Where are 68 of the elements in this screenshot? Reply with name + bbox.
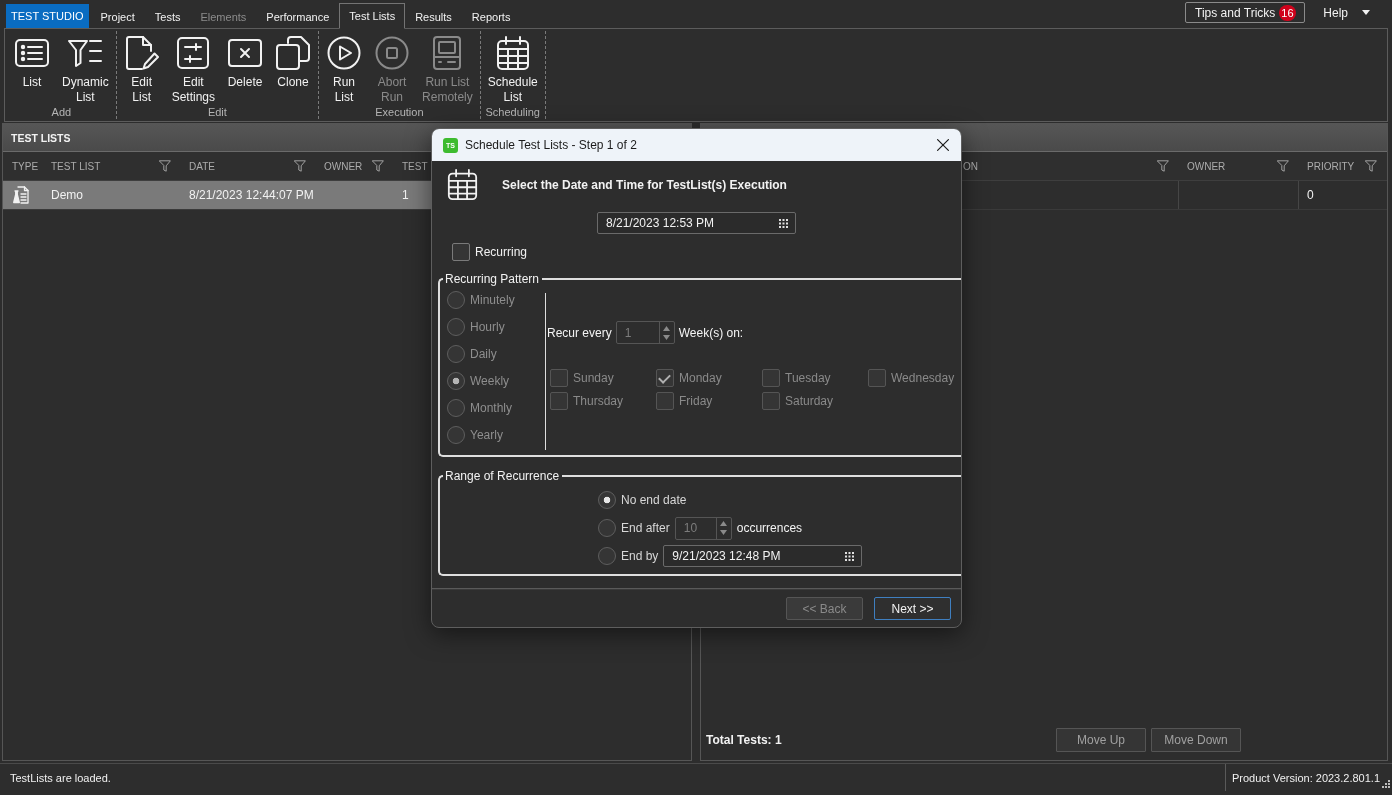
dynamic-list-button[interactable]: Dynamic List — [56, 31, 115, 105]
list-button[interactable]: List — [8, 31, 56, 105]
radio-option[interactable]: No end date — [598, 486, 687, 514]
menu-tab[interactable]: Reports — [461, 5, 521, 29]
menu-tab[interactable]: Performance — [256, 5, 340, 29]
menu-tab[interactable]: Tests — [144, 5, 191, 29]
end-date-field[interactable]: 9/21/2023 12:48 PM — [663, 545, 863, 567]
group-legend: Range of Recurrence — [443, 469, 563, 483]
menu-tab[interactable]: Results — [405, 5, 462, 29]
date-time-field[interactable]: 8/21/2023 12:53 PM — [597, 212, 796, 234]
run-list-button[interactable]: Run List — [320, 31, 369, 105]
stop-circle-icon — [375, 36, 410, 70]
calendar-icon — [495, 36, 530, 70]
dot-grid-icon — [779, 218, 788, 228]
group-label: Scheduling — [485, 105, 540, 120]
close-icon — [937, 139, 949, 151]
next-button[interactable]: Next >> — [874, 597, 951, 620]
dot-grid-icon — [845, 551, 855, 561]
radio-option[interactable]: End after — [598, 514, 670, 542]
up-down-arrows-icon — [663, 325, 671, 340]
menu-tab[interactable]: Project — [90, 5, 145, 29]
group-label: Add — [51, 105, 72, 120]
sliders-icon — [176, 36, 211, 70]
status-message: TestLists are loaded. — [9, 771, 111, 784]
field-label: occurrences — [736, 521, 803, 535]
recurring-checkbox[interactable]: Recurring — [452, 243, 528, 261]
x-box-icon — [228, 36, 263, 70]
app-menu-button[interactable]: TEST STUDIO — [6, 4, 89, 28]
column-header[interactable]: DATE — [189, 160, 215, 172]
column-header[interactable]: PRIORITY — [1307, 160, 1355, 172]
group-label: Edit — [207, 105, 227, 120]
version-label: Product Version: 2023.2.801.1 — [1232, 771, 1380, 784]
copy-icon — [276, 36, 311, 70]
document-icon — [13, 186, 29, 204]
table-cell: 0 — [1307, 188, 1314, 202]
group-legend: Recurring Pattern — [443, 272, 543, 286]
group-label: Execution — [375, 105, 424, 120]
column-header[interactable]: OWNER — [1187, 160, 1226, 172]
total-label: Total Tests: 1 — [706, 732, 782, 747]
up-down-arrows-icon — [720, 521, 728, 535]
clone-button[interactable]: Clone — [269, 31, 318, 105]
caret-icon — [1362, 10, 1370, 15]
column-header[interactable]: OWNER — [324, 160, 363, 172]
schedule-list-button[interactable]: Schedule List — [481, 31, 544, 105]
menu-tab[interactable]: Test Lists — [339, 3, 406, 29]
help-menu[interactable]: Help — [1323, 5, 1370, 20]
edit-list-button[interactable]: Edit List — [117, 31, 166, 105]
column-header[interactable]: TEST LIST — [51, 160, 101, 172]
count-badge: 16 — [1279, 4, 1296, 21]
play-circle-icon — [327, 36, 362, 70]
dialog-title: Schedule Test Lists - Step 1 of 2 — [465, 138, 637, 152]
column-header[interactable]: ON — [963, 160, 978, 172]
tips-button[interactable]: Tips and Tricks 16 — [1185, 2, 1306, 23]
edit-settings-button[interactable]: Edit Settings — [165, 31, 222, 105]
field-label: Recur every — [547, 325, 612, 340]
table-cell: Demo — [51, 188, 83, 202]
column-header[interactable]: TYPE — [12, 160, 39, 172]
calendar-icon — [447, 168, 478, 201]
delete-button[interactable]: Delete — [221, 31, 270, 105]
field-label: Week(s) on: — [678, 325, 744, 340]
column-header[interactable]: TEST — [402, 160, 428, 172]
document-pencil-icon — [124, 36, 159, 70]
radio-option[interactable]: End by — [598, 542, 659, 570]
count-spinner[interactable]: 10 — [674, 516, 732, 540]
list-icon — [15, 36, 49, 70]
table-cell: 8/21/2023 12:44:07 PM — [189, 188, 314, 202]
table-cell: 1 — [402, 188, 409, 202]
resize-grip-icon — [1382, 780, 1390, 788]
